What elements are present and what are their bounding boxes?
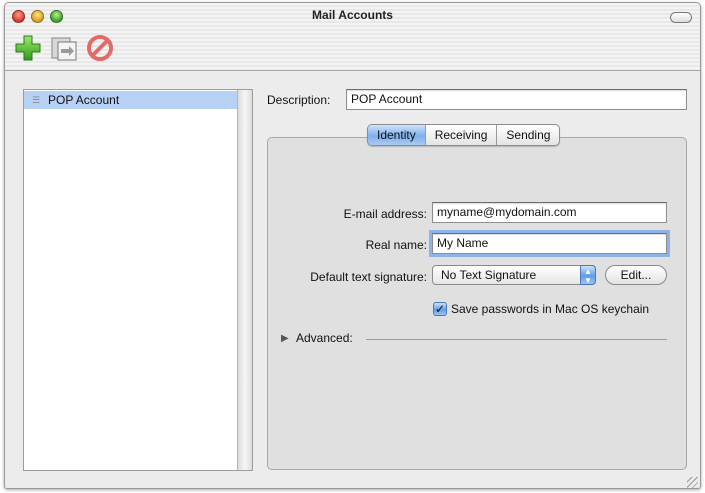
- disclosure-triangle-icon[interactable]: ▶: [281, 333, 289, 344]
- advanced-divider: [366, 339, 667, 340]
- duplicate-icon: [51, 37, 77, 61]
- description-label: Description:: [267, 93, 331, 107]
- delete-icon: [87, 35, 113, 61]
- keychain-label[interactable]: Save passwords in Mac OS keychain: [451, 302, 649, 316]
- add-account-button[interactable]: [13, 33, 43, 63]
- signature-label: Default text signature:: [310, 270, 427, 284]
- accounts-list-scrollbar[interactable]: [237, 90, 252, 470]
- popup-arrows-icon: ▲ ▼: [580, 265, 596, 285]
- signature-popup-value: No Text Signature: [441, 268, 537, 282]
- window-content: ☰ POP Account Description: POP Account I…: [5, 72, 700, 488]
- title-bar: Mail Accounts: [5, 3, 700, 71]
- accounts-list[interactable]: ☰ POP Account: [23, 89, 253, 471]
- toolbar-toggle-button[interactable]: [670, 12, 692, 23]
- email-label: E-mail address:: [343, 207, 427, 221]
- account-tabs: Identity Receiving Sending: [367, 124, 561, 146]
- checkmark-icon: ✓: [434, 302, 446, 316]
- account-list-item[interactable]: ☰ POP Account: [24, 91, 238, 109]
- window-title: Mail Accounts: [312, 8, 393, 22]
- description-field[interactable]: POP Account: [346, 89, 687, 110]
- plus-icon: [15, 35, 41, 61]
- real-name-field[interactable]: My Name: [429, 230, 670, 257]
- account-label: POP Account: [48, 93, 120, 107]
- real-name-label: Real name:: [365, 238, 427, 252]
- email-field[interactable]: myname@mydomain.com: [432, 202, 667, 223]
- tab-sending[interactable]: Sending: [497, 125, 559, 145]
- resize-grip-icon[interactable]: [687, 477, 698, 488]
- mail-accounts-window: Mail Accounts ☰ POP Account Description:…: [4, 2, 701, 489]
- tab-receiving[interactable]: Receiving: [426, 125, 498, 145]
- edit-signature-button[interactable]: Edit...: [605, 265, 667, 285]
- tab-identity[interactable]: Identity: [368, 125, 426, 145]
- account-icon: ☰: [32, 94, 41, 105]
- advanced-label[interactable]: Advanced:: [296, 331, 353, 345]
- delete-account-button[interactable]: [85, 33, 115, 63]
- signature-popup[interactable]: No Text Signature ▲ ▼: [432, 265, 596, 285]
- keychain-checkbox[interactable]: ✓: [433, 302, 447, 316]
- duplicate-account-button[interactable]: [49, 33, 79, 63]
